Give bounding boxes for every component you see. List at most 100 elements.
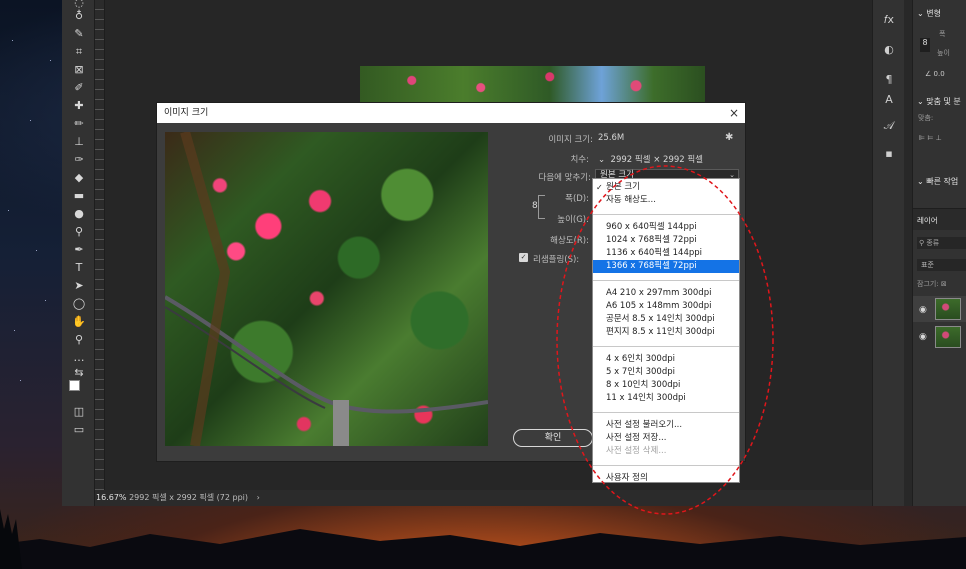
frame-icon[interactable]: ⊠ bbox=[71, 63, 87, 77]
link-icon[interactable]: 8 bbox=[920, 38, 930, 52]
shape-icon[interactable]: ◯ bbox=[71, 297, 87, 311]
layers-tab[interactable]: 레이어 bbox=[917, 215, 938, 226]
dropdown-option[interactable]: 자동 해상도... bbox=[593, 194, 739, 207]
dropdown-option[interactable]: 1366 x 768픽셀 72ppi bbox=[593, 260, 739, 273]
glyphs-icon[interactable]: 𝒜 bbox=[881, 118, 897, 134]
image-size-label: 이미지 크기: bbox=[548, 135, 593, 145]
tools-panel: ◌ ♁ ✎ ⌗ ⊠ ✐ ✚ ✏ ⊥ ✑ ◆ ▬ ● ⚲ ✒ T ➤ ◯ ✋ ⚲ … bbox=[62, 0, 95, 506]
pen-icon[interactable]: ✒ bbox=[71, 243, 87, 257]
status-bar: 16.67% 2992 픽셀 x 2992 픽셀 (72 ppi) › bbox=[95, 490, 872, 506]
dropdown-option-label: 사전 설정 저장... bbox=[606, 433, 667, 443]
more-tools-icon[interactable]: … bbox=[71, 351, 87, 365]
type-icon[interactable]: T bbox=[71, 261, 87, 275]
quick-actions-header[interactable]: ⌄ 빠른 작업 bbox=[917, 176, 958, 187]
dropdown-separator bbox=[593, 280, 739, 281]
properties-layers-panels: ⌄ 변형 폭 8 높이 ∠ 0.0 ⌄ 맞춤 및 분 맞춤: ⊫ ⊨ ⊥ ⌄ 빠… bbox=[912, 0, 966, 506]
dropdown-option[interactable]: 사전 설정 저장... bbox=[593, 432, 739, 445]
dropdown-option[interactable]: 960 x 640픽셀 144ppi bbox=[593, 221, 739, 234]
dropdown-option-label: A6 105 x 148mm 300dpi bbox=[606, 301, 712, 311]
eraser-icon[interactable]: ◆ bbox=[71, 171, 87, 185]
close-icon[interactable]: × bbox=[729, 103, 739, 123]
hand-icon[interactable]: ✋ bbox=[71, 315, 87, 329]
dimensions-value[interactable]: ⌄ 2992 픽셀 × 2992 픽셀 bbox=[598, 153, 703, 165]
dialog-title: 이미지 크기 bbox=[164, 108, 209, 118]
character-icon[interactable]: A bbox=[881, 92, 897, 108]
image-size-value: 25.6M bbox=[598, 133, 625, 143]
height-label: 높이(G): bbox=[557, 215, 589, 225]
swap-colors-icon[interactable]: ⇆ bbox=[71, 366, 87, 380]
layer-filter-field[interactable]: ⚲ 종류 bbox=[917, 237, 966, 249]
dropdown-option-label: 8 x 10인치 300dpi bbox=[606, 380, 681, 390]
align-header[interactable]: ⌄ 맞춤 및 분 bbox=[917, 96, 961, 107]
angle-field[interactable]: ∠ 0.0 bbox=[925, 70, 945, 78]
paragraph-icon[interactable]: ¶ bbox=[881, 72, 897, 88]
layer-thumbnail[interactable] bbox=[935, 298, 961, 320]
dropdown-option-label: 11 x 14인치 300dpi bbox=[606, 393, 686, 403]
dropdown-option[interactable]: 4 x 6인치 300dpi bbox=[593, 353, 739, 366]
dialog-titlebar: 이미지 크기 × bbox=[157, 103, 745, 123]
brush-icon[interactable]: ✏ bbox=[71, 117, 87, 131]
dropdown-option-label: 자동 해상도... bbox=[606, 195, 656, 205]
dimensions-label: 치수: bbox=[570, 155, 589, 165]
checkmark-icon: ✓ bbox=[596, 183, 603, 192]
dropdown-option[interactable]: 1024 x 768픽셀 72ppi bbox=[593, 234, 739, 247]
resample-label[interactable]: 리샘플링(S): bbox=[533, 253, 579, 265]
dropdown-option[interactable]: A4 210 x 297mm 300dpi bbox=[593, 287, 739, 300]
layer-thumbnail[interactable] bbox=[935, 326, 961, 348]
path-select-icon[interactable]: ➤ bbox=[71, 279, 87, 293]
healing-brush-icon[interactable]: ✚ bbox=[71, 99, 87, 113]
dropdown-option[interactable]: 8 x 10인치 300dpi bbox=[593, 379, 739, 392]
transform-header[interactable]: ⌄ 변형 bbox=[917, 8, 941, 19]
dropdown-option: 사전 설정 삭제... bbox=[593, 445, 739, 458]
image-preview[interactable] bbox=[165, 132, 488, 446]
gear-icon[interactable]: ✱ bbox=[725, 132, 733, 143]
zoom-level[interactable]: 16.67% bbox=[96, 493, 127, 502]
preview-cable bbox=[165, 132, 488, 446]
align-buttons-icon[interactable]: ⊫ ⊨ ⊥ bbox=[919, 134, 942, 142]
dropdown-option[interactable]: 편지지 8.5 x 11인치 300dpi bbox=[593, 326, 739, 339]
dodge-icon[interactable]: ⚲ bbox=[71, 225, 87, 239]
lock-label: 잠그기: ⊠ bbox=[917, 280, 947, 288]
foreground-color-swatch[interactable] bbox=[69, 380, 80, 391]
fx-icon[interactable]: 𝑓x bbox=[881, 12, 897, 28]
dropdown-option-label: 960 x 640픽셀 144ppi bbox=[606, 222, 697, 232]
align-sub-label: 맞춤: bbox=[918, 114, 934, 122]
status-arrow-icon[interactable]: › bbox=[257, 493, 260, 502]
libraries-icon[interactable]: ▪ bbox=[881, 146, 897, 162]
adjust-icon[interactable]: ◐ bbox=[881, 42, 897, 58]
vertical-ruler bbox=[95, 0, 105, 490]
eyedropper-icon[interactable]: ✐ bbox=[71, 81, 87, 95]
height-label: 높이 bbox=[937, 49, 950, 57]
screen-mode-icon[interactable]: ▭ bbox=[71, 423, 87, 437]
dropdown-option[interactable]: ✓ 원본 크기 bbox=[593, 181, 739, 194]
dropdown-option-label: 4 x 6인치 300dpi bbox=[606, 354, 675, 364]
zoom-icon[interactable]: ⚲ bbox=[71, 333, 87, 347]
dropdown-option[interactable]: 사전 설정 불러오기... bbox=[593, 419, 739, 432]
resample-checkbox[interactable]: ✓ bbox=[519, 253, 528, 262]
quick-select-icon[interactable]: ✎ bbox=[71, 27, 87, 41]
gradient-icon[interactable]: ▬ bbox=[71, 189, 87, 203]
panel-icon-strip: 𝑓x ◐ ¶ A 𝒜 ▪ bbox=[872, 0, 904, 506]
blend-mode-select[interactable]: 표준 bbox=[917, 259, 966, 271]
clone-stamp-icon[interactable]: ⊥ bbox=[71, 135, 87, 149]
chain-link-icon[interactable]: 8 bbox=[532, 201, 538, 211]
blur-icon[interactable]: ● bbox=[71, 207, 87, 221]
ok-button[interactable]: 확인 bbox=[513, 429, 593, 447]
dropdown-option[interactable]: A6 105 x 148mm 300dpi bbox=[593, 300, 739, 313]
dropdown-option-label: 5 x 7인치 300dpi bbox=[606, 367, 675, 377]
dropdown-option[interactable]: 11 x 14인치 300dpi bbox=[593, 392, 739, 405]
history-brush-icon[interactable]: ✑ bbox=[71, 153, 87, 167]
crop-icon[interactable]: ⌗ bbox=[71, 45, 87, 59]
dropdown-option[interactable]: 5 x 7인치 300dpi bbox=[593, 366, 739, 379]
visibility-eye-icon[interactable]: ◉ bbox=[919, 305, 927, 315]
dropdown-option-label: 1024 x 768픽셀 72ppi bbox=[606, 235, 697, 245]
dropdown-option[interactable]: 1136 x 640픽셀 144ppi bbox=[593, 247, 739, 260]
dropdown-option[interactable]: 공문서 8.5 x 14인치 300dpi bbox=[593, 313, 739, 326]
dropdown-option-label: 1366 x 768픽셀 72ppi bbox=[606, 261, 697, 271]
dropdown-separator bbox=[593, 214, 739, 215]
document-info: 2992 픽셀 x 2992 픽셀 (72 ppi) bbox=[129, 493, 249, 502]
dropdown-option[interactable]: 사용자 정의 bbox=[593, 472, 739, 485]
lasso-icon[interactable]: ♁ bbox=[71, 9, 87, 23]
quick-mask-icon[interactable]: ◫ bbox=[71, 405, 87, 419]
visibility-eye-icon[interactable]: ◉ bbox=[919, 332, 927, 342]
